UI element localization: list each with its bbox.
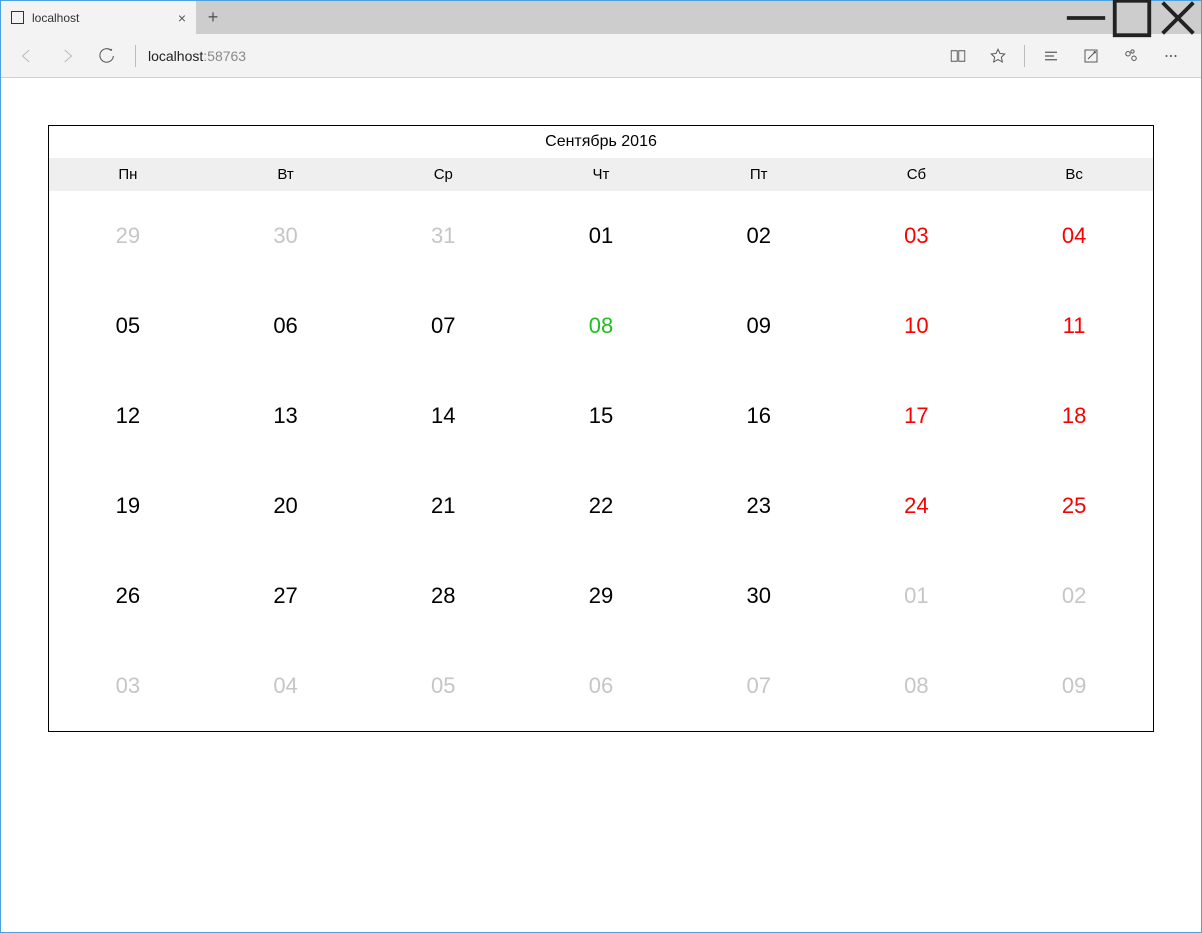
- toolbar-separator: [135, 45, 136, 67]
- calendar-day[interactable]: 26: [49, 551, 207, 641]
- calendar-day[interactable]: 06: [207, 281, 365, 371]
- calendar-day[interactable]: 04: [207, 641, 365, 731]
- calendar-day[interactable]: 10: [838, 281, 996, 371]
- toolbar-separator: [1024, 45, 1025, 67]
- hub-button[interactable]: [1031, 36, 1071, 76]
- close-tab-button[interactable]: ×: [178, 11, 186, 25]
- weekday-header-cell: Пт: [680, 158, 838, 191]
- new-tab-button[interactable]: +: [196, 1, 230, 34]
- calendar-day[interactable]: 09: [995, 641, 1153, 731]
- calendar-day[interactable]: 04: [995, 191, 1153, 281]
- calendar-day[interactable]: 29: [49, 191, 207, 281]
- window-title-bar: localhost × +: [1, 1, 1201, 34]
- calendar-day[interactable]: 06: [522, 641, 680, 731]
- calendar-day[interactable]: 30: [680, 551, 838, 641]
- calendar-day[interactable]: 12: [49, 371, 207, 461]
- forward-button[interactable]: [47, 36, 87, 76]
- weekday-header-cell: Вс: [995, 158, 1153, 191]
- calendar-day[interactable]: 25: [995, 461, 1153, 551]
- refresh-button[interactable]: [87, 36, 127, 76]
- browser-tab[interactable]: localhost ×: [1, 1, 196, 34]
- calendar-day[interactable]: 05: [49, 281, 207, 371]
- calendar-day[interactable]: 31: [364, 191, 522, 281]
- calendar-day[interactable]: 03: [838, 191, 996, 281]
- calendar-day[interactable]: 15: [522, 371, 680, 461]
- calendar-day[interactable]: 19: [49, 461, 207, 551]
- calendar-day[interactable]: 24: [838, 461, 996, 551]
- calendar-day[interactable]: 23: [680, 461, 838, 551]
- calendar-day[interactable]: 30: [207, 191, 365, 281]
- address-port: :58763: [203, 48, 246, 64]
- weekday-header-cell: Вт: [207, 158, 365, 191]
- calendar-day[interactable]: 02: [995, 551, 1153, 641]
- weekday-header-cell: Ср: [364, 158, 522, 191]
- calendar-day[interactable]: 21: [364, 461, 522, 551]
- calendar-day[interactable]: 01: [838, 551, 996, 641]
- window-close-button[interactable]: [1155, 1, 1201, 34]
- share-button[interactable]: [1111, 36, 1151, 76]
- calendar-day[interactable]: 02: [680, 191, 838, 281]
- calendar-day[interactable]: 08: [838, 641, 996, 731]
- calendar-weekday-header: ПнВтСрЧтПтСбВс: [49, 158, 1153, 191]
- weekday-header-cell: Пн: [49, 158, 207, 191]
- calendar-day[interactable]: 01: [522, 191, 680, 281]
- title-bar-drag-area[interactable]: [230, 1, 1063, 34]
- calendar-day[interactable]: 14: [364, 371, 522, 461]
- calendar-day[interactable]: 03: [49, 641, 207, 731]
- calendar-grid: 2930310102030405060708091011121314151617…: [49, 191, 1153, 731]
- browser-toolbar: localhost:58763: [1, 34, 1201, 78]
- calendar-day[interactable]: 17: [838, 371, 996, 461]
- favorite-button[interactable]: [978, 36, 1018, 76]
- page-icon: [11, 11, 24, 24]
- calendar-day[interactable]: 07: [680, 641, 838, 731]
- calendar-day[interactable]: 08: [522, 281, 680, 371]
- more-button[interactable]: [1151, 36, 1191, 76]
- web-note-button[interactable]: [1071, 36, 1111, 76]
- calendar-day[interactable]: 27: [207, 551, 365, 641]
- calendar-day[interactable]: 18: [995, 371, 1153, 461]
- weekday-header-cell: Чт: [522, 158, 680, 191]
- address-host: localhost: [148, 48, 203, 64]
- page-viewport[interactable]: Сентябрь 2016 ПнВтСрЧтПтСбВс 29303101020…: [1, 78, 1201, 932]
- calendar-day[interactable]: 22: [522, 461, 680, 551]
- address-bar[interactable]: localhost:58763: [142, 48, 938, 64]
- calendar-day[interactable]: 07: [364, 281, 522, 371]
- reading-view-button[interactable]: [938, 36, 978, 76]
- calendar-day[interactable]: 09: [680, 281, 838, 371]
- calendar-day[interactable]: 13: [207, 371, 365, 461]
- calendar: Сентябрь 2016 ПнВтСрЧтПтСбВс 29303101020…: [48, 125, 1154, 732]
- window-minimize-button[interactable]: [1063, 1, 1109, 34]
- window-maximize-button[interactable]: [1109, 1, 1155, 34]
- calendar-day[interactable]: 11: [995, 281, 1153, 371]
- calendar-day[interactable]: 05: [364, 641, 522, 731]
- calendar-title: Сентябрь 2016: [49, 126, 1153, 158]
- calendar-day[interactable]: 20: [207, 461, 365, 551]
- back-button[interactable]: [7, 36, 47, 76]
- calendar-day[interactable]: 16: [680, 371, 838, 461]
- calendar-day[interactable]: 29: [522, 551, 680, 641]
- weekday-header-cell: Сб: [838, 158, 996, 191]
- tab-title: localhost: [32, 11, 79, 25]
- calendar-day[interactable]: 28: [364, 551, 522, 641]
- toolbar-right: [938, 36, 1191, 76]
